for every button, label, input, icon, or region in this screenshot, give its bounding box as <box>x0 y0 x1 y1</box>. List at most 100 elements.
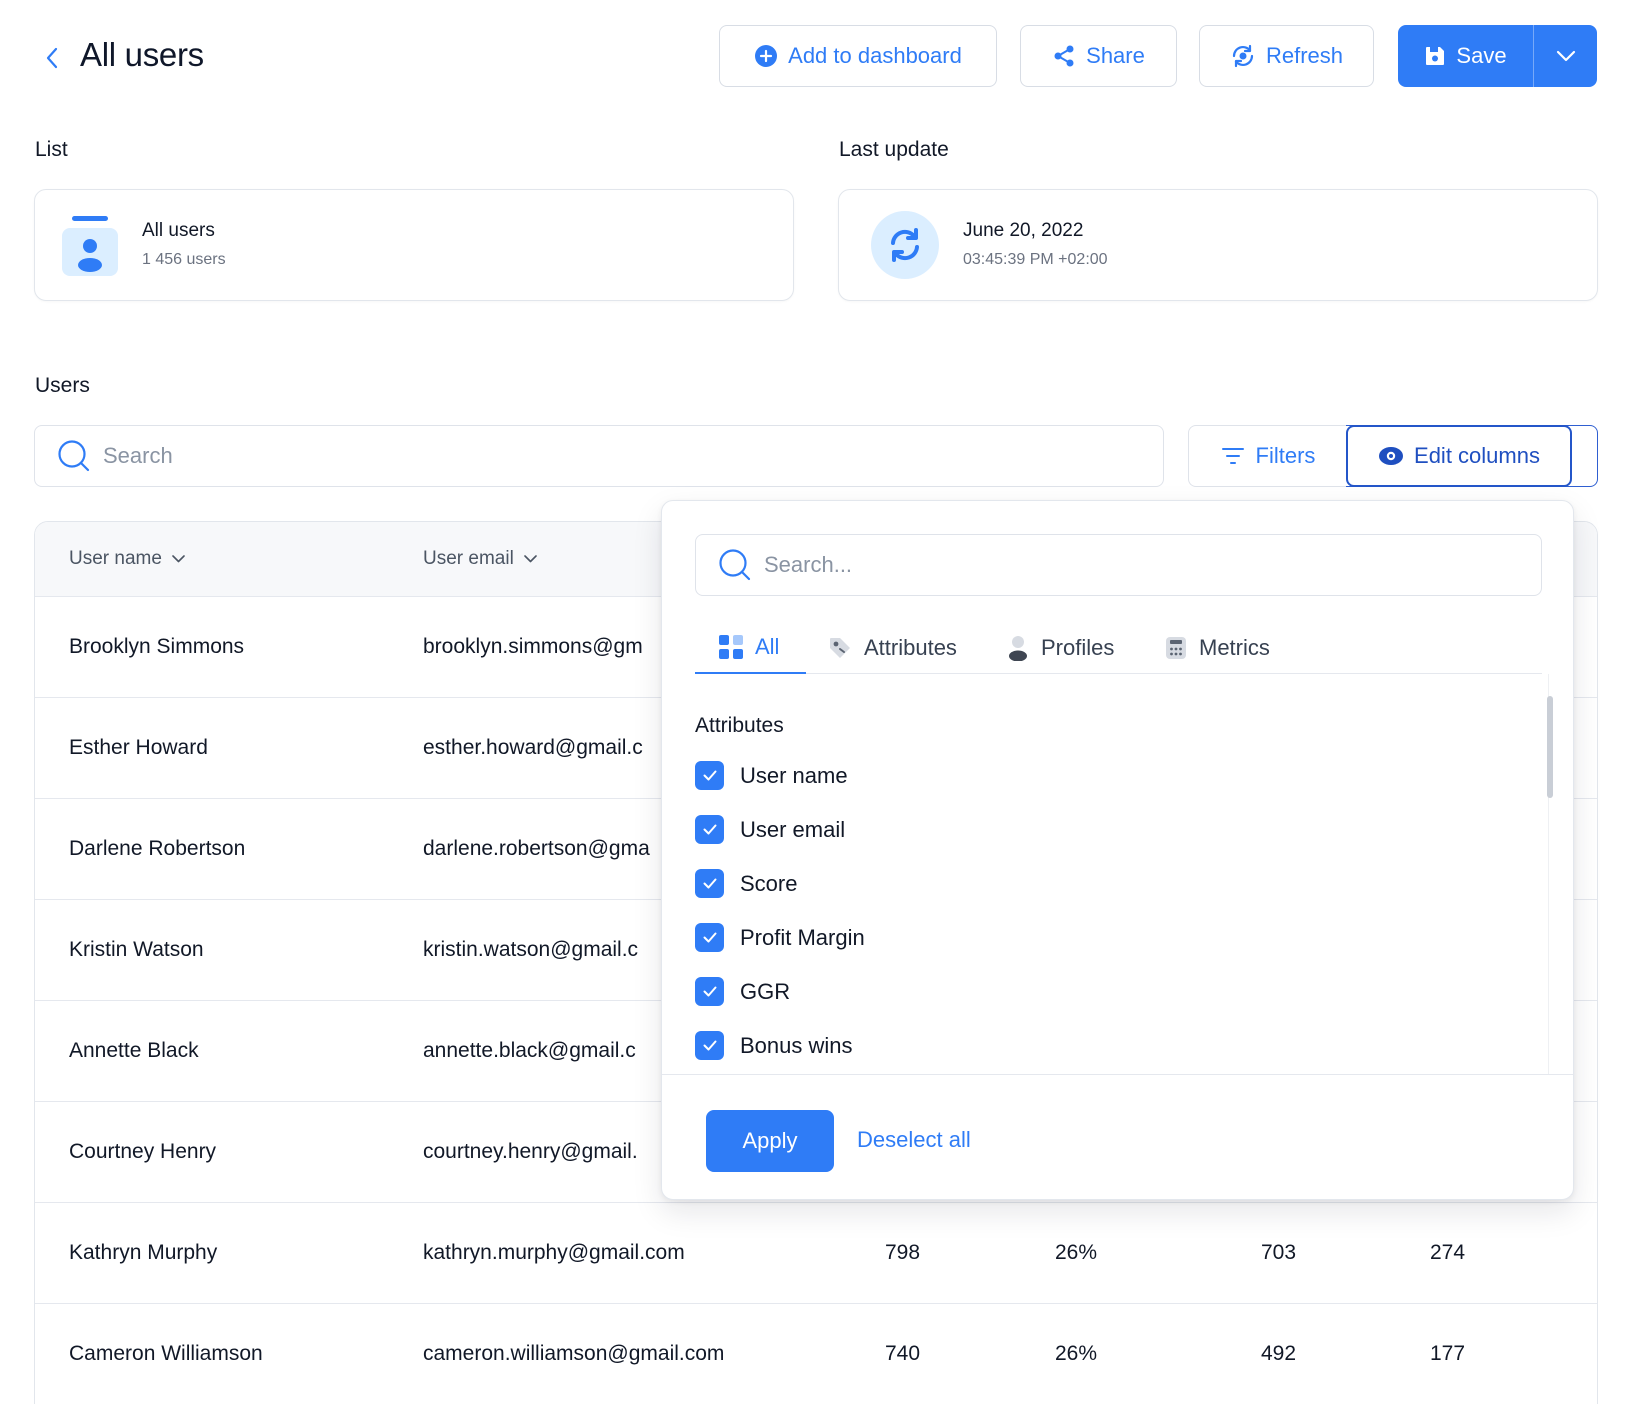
share-label: Share <box>1086 43 1145 68</box>
cell-user-name: Kristin Watson <box>69 938 204 961</box>
save-options-button[interactable] <box>1534 25 1597 87</box>
filter-icon <box>1221 448 1244 464</box>
last-update-date: June 20, 2022 <box>963 220 1084 241</box>
chevron-down-icon <box>524 555 537 563</box>
apply-button[interactable]: Apply <box>706 1110 834 1172</box>
cell-user-name: Kathryn Murphy <box>69 1241 218 1264</box>
column-header-user-name[interactable]: User name <box>69 548 185 570</box>
cell-user-email: kathryn.murphy@gmail.com <box>423 1241 685 1264</box>
edit-columns-label: Edit columns <box>1414 443 1540 468</box>
cell-user-name: Darlene Robertson <box>69 837 246 860</box>
column-option-ggr[interactable]: GGR <box>695 977 790 1006</box>
refresh-icon <box>1232 44 1254 68</box>
last-update-card: June 20, 2022 03:45:39 PM +02:00 <box>838 189 1598 301</box>
filters-label: Filters <box>1255 443 1316 468</box>
cell-user-name: Brooklyn Simmons <box>69 635 245 658</box>
check-icon <box>703 1040 716 1051</box>
column-option-user-email[interactable]: User email <box>695 815 845 844</box>
save-button[interactable]: Save <box>1398 25 1534 87</box>
page-title: All users <box>80 36 204 73</box>
cell-score: 798 <box>885 1241 921 1264</box>
column-option-profit-margin[interactable]: Profit Margin <box>695 923 865 952</box>
columns-search-input[interactable]: Search... <box>695 534 1542 596</box>
deselect-all-button[interactable]: Deselect all <box>857 1127 971 1153</box>
eye-icon <box>1379 447 1404 465</box>
tab-attributes[interactable]: Attributes <box>828 621 957 674</box>
cell-user-email: courtney.henry@gmail. <box>423 1140 638 1163</box>
cell-user-email: esther.howard@gmail.c <box>423 736 643 759</box>
last-update-section-label: Last update <box>839 138 949 161</box>
cell-user-email: cameron.williamson@gmail.com <box>423 1342 725 1365</box>
refresh-label: Refresh <box>1265 43 1344 68</box>
users-search-input[interactable]: Search <box>34 425 1164 487</box>
checkbox-checked[interactable] <box>695 761 724 790</box>
search-placeholder: Search <box>103 443 173 468</box>
checkbox-checked[interactable] <box>695 815 724 844</box>
column-category-tabs: All Attributes Profiles Metrics <box>695 621 1542 674</box>
check-icon <box>703 770 716 781</box>
list-name: All users <box>142 220 215 241</box>
columns-search-placeholder: Search... <box>764 552 853 577</box>
cell-user-name: Annette Black <box>69 1039 199 1062</box>
column-option-score[interactable]: Score <box>695 869 797 898</box>
cell-user-name: Courtney Henry <box>69 1140 217 1163</box>
column-options-list: Attributes User name User email Score Pr… <box>662 674 1573 1074</box>
cell-profit-margin: 26% <box>1055 1342 1098 1365</box>
check-icon <box>703 878 716 889</box>
cell-user-email: darlene.robertson@gma <box>423 837 650 860</box>
person-icon <box>1009 635 1027 661</box>
sync-icon <box>871 211 939 279</box>
add-to-dashboard-button[interactable]: Add to dashboard <box>719 25 997 87</box>
refresh-button[interactable]: Refresh <box>1199 25 1374 87</box>
tag-icon <box>830 637 850 658</box>
users-section-label: Users <box>35 374 90 397</box>
cell-user-email: kristin.watson@gmail.c <box>423 938 639 961</box>
tab-all[interactable]: All <box>695 621 806 674</box>
column-header-user-email[interactable]: User email <box>423 548 537 570</box>
share-button[interactable]: Share <box>1020 25 1177 87</box>
cell-user-email: brooklyn.simmons@gm <box>423 635 643 658</box>
attributes-group-heading: Attributes <box>695 714 784 737</box>
add-to-dashboard-label: Add to dashboard <box>788 43 962 68</box>
edit-columns-button[interactable]: Edit columns <box>1346 425 1572 487</box>
cell-bonus-wins: 177 <box>1430 1342 1466 1365</box>
tab-profiles[interactable]: Profiles <box>1007 621 1114 674</box>
list-card: All users 1 456 users <box>34 189 794 301</box>
plus-circle-icon <box>755 45 778 67</box>
chevron-down-icon <box>172 555 185 563</box>
check-icon <box>703 932 716 943</box>
cell-user-email: annette.black@gmail.c <box>423 1039 636 1062</box>
filters-button[interactable]: Filters <box>1188 425 1348 487</box>
scrollbar-thumb[interactable] <box>1547 696 1553 798</box>
column-option-user-name[interactable]: User name <box>695 761 848 790</box>
back-button[interactable] <box>34 40 70 76</box>
checkbox-checked[interactable] <box>695 923 724 952</box>
last-update-time: 03:45:39 PM +02:00 <box>963 251 1108 268</box>
checkbox-checked[interactable] <box>695 977 724 1006</box>
grid-icon <box>719 634 743 659</box>
list-section-label: List <box>35 138 68 161</box>
cell-user-name: Esther Howard <box>69 736 208 759</box>
cell-ggr: 492 <box>1261 1342 1297 1365</box>
save-split-button: Save <box>1398 25 1597 87</box>
checkbox-checked[interactable] <box>695 1031 724 1060</box>
table-row[interactable]: Kathryn Murphy kathryn.murphy@gmail.com … <box>35 1203 1597 1304</box>
cell-profit-margin: 26% <box>1055 1241 1098 1264</box>
share-icon <box>1054 45 1074 67</box>
check-icon <box>703 824 716 835</box>
table-row[interactable]: Cameron Williamson cameron.williamson@gm… <box>35 1304 1597 1404</box>
list-user-count: 1 456 users <box>142 251 226 268</box>
cell-ggr: 703 <box>1261 1241 1297 1264</box>
edit-columns-dropdown: Search... All Attributes Profiles Metric… <box>661 500 1574 1200</box>
check-icon <box>703 986 716 997</box>
checkbox-checked[interactable] <box>695 869 724 898</box>
cell-score: 740 <box>885 1342 921 1365</box>
search-icon <box>719 549 751 581</box>
cell-bonus-wins: 274 <box>1430 1241 1466 1264</box>
chevron-left-icon <box>46 47 58 69</box>
save-label: Save <box>1456 43 1507 68</box>
calculator-icon <box>1166 636 1186 659</box>
search-icon <box>58 440 90 472</box>
column-option-bonus-wins[interactable]: Bonus wins <box>695 1031 853 1060</box>
tab-metrics[interactable]: Metrics <box>1165 621 1270 674</box>
